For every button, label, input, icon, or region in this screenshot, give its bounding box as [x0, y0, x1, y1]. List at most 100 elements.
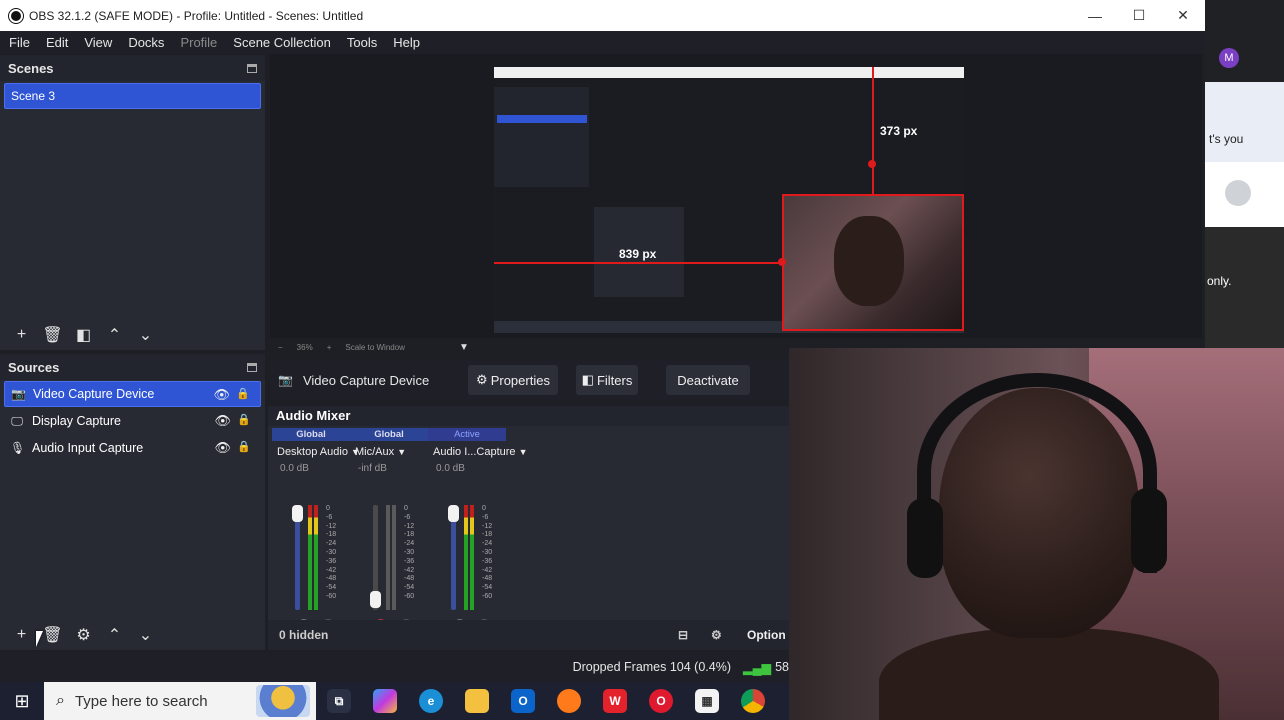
scene-item[interactable]: Scene 3 — [4, 83, 261, 109]
channel-name[interactable]: Audio I...Capture ▼ — [428, 446, 528, 458]
minimize-button[interactable]: — — [1073, 0, 1117, 31]
store-icon[interactable]: ▦ — [684, 682, 730, 720]
outlook-icon[interactable]: O — [500, 682, 546, 720]
obs-logo-icon — [9, 8, 23, 23]
preview-area[interactable]: 373 px 839 px — [270, 54, 1202, 338]
source-properties-button[interactable]: ⚙ — [68, 623, 99, 647]
eye-icon[interactable]: 👁 — [213, 387, 230, 403]
sources-title: Sources — [8, 359, 60, 375]
windows-start-icon[interactable]: ⊞ — [0, 682, 44, 720]
volume-fader[interactable] — [292, 505, 303, 522]
remove-scene-button[interactable]: 🗑 — [37, 323, 68, 347]
meter-tick-label: -48 — [404, 575, 415, 583]
channel-name[interactable]: Desktop Audio ▼ — [272, 446, 360, 458]
window-title: OBS 32.1.2 (SAFE MODE) - Profile: Untitl… — [29, 8, 364, 23]
menu-scene-collection[interactable]: Scene Collection — [224, 35, 338, 50]
scenes-toolbar: + 🗑 ◧ ⌃ ⌄ — [0, 320, 265, 350]
chrome-icon[interactable] — [730, 682, 776, 720]
meter-tick-label: -6 — [482, 513, 489, 521]
close-button[interactable]: ✕ — [1161, 0, 1205, 31]
chevron-down-icon[interactable]: ▼ — [459, 342, 469, 353]
search-placeholder: Type here to search — [74, 692, 208, 710]
copilot-icon[interactable] — [362, 682, 408, 720]
zoom-in-button[interactable]: + — [327, 343, 332, 352]
lock-icon[interactable]: 🔒 — [236, 387, 250, 400]
meter-tick-label: -54 — [482, 584, 493, 592]
headset — [917, 373, 1157, 573]
undock-icon[interactable] — [247, 362, 257, 372]
move-down-button[interactable]: ⌄ — [130, 623, 161, 647]
meter-tick-label: -36 — [404, 557, 415, 565]
file-explorer-icon[interactable] — [454, 682, 500, 720]
advanced-settings-icon[interactable]: ⚙ — [711, 628, 722, 642]
browser-snippet: t's you — [1209, 132, 1244, 146]
source-item-audio-input[interactable]: 🎙 Audio Input Capture 👁 🔒 — [4, 435, 261, 461]
meter-tick-label: -42 — [326, 566, 337, 574]
move-up-button[interactable]: ⌃ — [99, 623, 130, 647]
menu-help[interactable]: Help — [384, 35, 427, 50]
undock-icon[interactable] — [247, 63, 257, 73]
video-capture-source-box[interactable] — [782, 194, 964, 331]
meter-tick-label: -24 — [482, 540, 493, 548]
menu-edit[interactable]: Edit — [37, 35, 75, 50]
preview-canvas[interactable]: 373 px 839 px — [494, 67, 964, 333]
menu-file[interactable]: File — [0, 35, 37, 50]
taskbar-search[interactable]: ⌕ Type here to search — [44, 682, 316, 720]
mixer-footer: 0 hidden ⊟ ⚙ Option — [268, 620, 789, 650]
meter-scale: 0 -6 -12 -18 -24 -30 -36 -42 -48 -54 -60 — [404, 505, 414, 602]
dropped-frames: Dropped Frames 104 (0.4%) — [572, 660, 731, 674]
move-up-button[interactable]: ⌃ — [99, 323, 130, 347]
mixer-title: Audio Mixer — [268, 406, 789, 426]
meter-tick-label: 0 — [404, 505, 408, 512]
volume-fader[interactable] — [448, 505, 459, 522]
menu-docks[interactable]: Docks — [119, 35, 171, 50]
hidden-count: 0 hidden — [279, 628, 329, 642]
add-scene-button[interactable]: + — [6, 323, 37, 347]
layout-icon[interactable]: ⊟ — [678, 628, 688, 642]
move-down-button[interactable]: ⌄ — [130, 323, 161, 347]
filters-button[interactable]: ◧ Filters — [576, 365, 638, 395]
meter-tick-label: -12 — [404, 522, 415, 530]
channel-name[interactable]: Mic/Aux ▼ — [350, 446, 428, 458]
scale-mode[interactable]: Scale to Window — [345, 343, 405, 352]
volume-meter: 0 -6 -12 -18 -24 -30 -36 -42 -48 -54 -60 — [370, 505, 414, 613]
menu-view[interactable]: View — [75, 35, 119, 50]
scene-filters-button[interactable]: ◧ — [68, 323, 99, 347]
source-item-video-capture[interactable]: 📷 Video Capture Device 👁 🔒 — [4, 381, 261, 407]
edge-icon[interactable]: e — [408, 682, 454, 720]
properties-button[interactable]: ⚙ Properties — [468, 365, 558, 395]
eye-icon[interactable]: 👁 — [214, 440, 231, 456]
volume-fader[interactable] — [370, 591, 381, 608]
opera-icon[interactable]: O — [638, 682, 684, 720]
sources-dock: Sources 📷 Video Capture Device 👁 🔒 🖵 Dis… — [0, 354, 265, 650]
menu-tools[interactable]: Tools — [338, 35, 384, 50]
meter-scale: 0 -6 -12 -18 -24 -30 -36 -42 -48 -54 -60 — [326, 505, 336, 602]
meter-tick-label: -30 — [326, 548, 337, 556]
camera-icon: 📷 — [11, 387, 26, 401]
maximize-button[interactable]: ☐ — [1117, 0, 1161, 31]
webcam-feed — [789, 348, 1284, 720]
firefox-icon[interactable] — [546, 682, 592, 720]
options-button[interactable]: Option — [747, 628, 786, 642]
windows-taskbar: ⊞ ⌕ Type here to search ⧉ e O W O ▦ — [0, 682, 789, 720]
eye-icon[interactable]: 👁 — [214, 413, 231, 429]
meter-tick-label: -48 — [326, 575, 337, 583]
meter-tick-label: -24 — [404, 540, 415, 548]
zoom-out-button[interactable]: − — [278, 343, 283, 352]
deactivate-button[interactable]: Deactivate — [666, 365, 750, 395]
camera-icon: 📷 — [278, 373, 293, 387]
meter-tick-label: -54 — [326, 584, 337, 592]
captured-titlebar — [494, 67, 964, 78]
signal-icon: ▂▄▆ — [743, 660, 772, 675]
title-bar: OBS 32.1.2 (SAFE MODE) - Profile: Untitl… — [0, 0, 1205, 31]
search-icon: ⌕ — [56, 692, 65, 709]
lock-icon[interactable]: 🔒 — [237, 413, 251, 426]
task-view-icon[interactable]: ⧉ — [316, 682, 362, 720]
menu-profile[interactable]: Profile — [171, 35, 224, 50]
source-item-display-capture[interactable]: 🖵 Display Capture 👁 🔒 — [4, 408, 261, 434]
add-source-button[interactable]: + — [6, 623, 37, 647]
lock-icon[interactable]: 🔒 — [237, 440, 251, 453]
source-label: Video Capture Device — [33, 387, 155, 401]
avatar[interactable]: M — [1219, 48, 1239, 68]
wps-office-icon[interactable]: W — [592, 682, 638, 720]
